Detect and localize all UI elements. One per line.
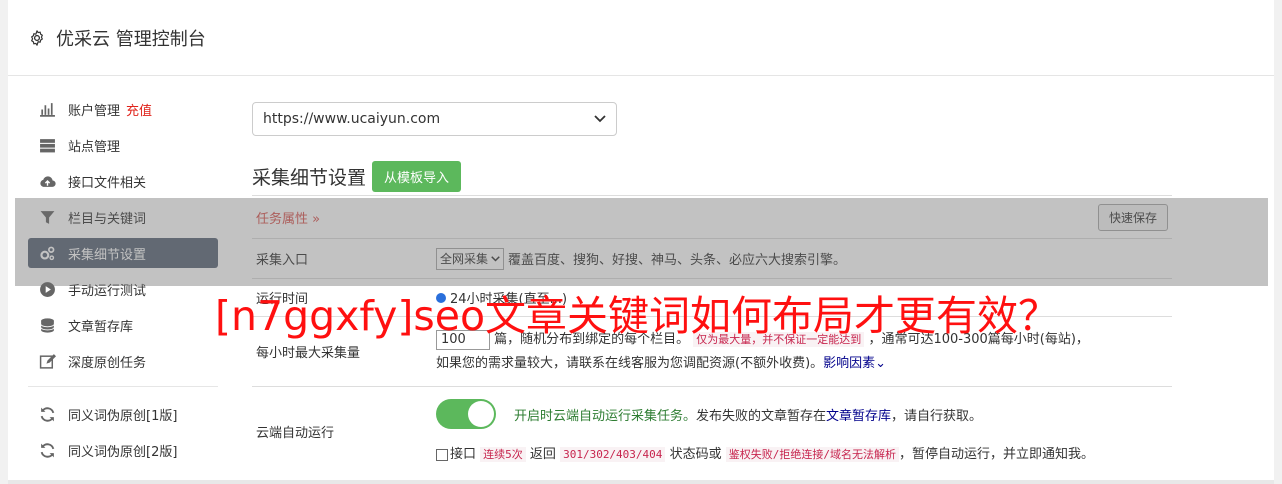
page-title: 优采云 管理控制台 <box>56 28 206 50</box>
notify-text: ，暂停自动运行，并立即通知我。 <box>898 447 1094 462</box>
sidebar-item-api-files[interactable]: 接口文件相关 <box>28 166 218 196</box>
cloud-run-text: 发布失败的文章暂存在 <box>696 408 827 424</box>
sidebar-item-label: 同义词伪原创[1版] <box>68 408 178 424</box>
status-text: 状态码或 <box>669 447 722 462</box>
row-label: 云端自动运行 <box>256 426 335 441</box>
influence-factors-link[interactable]: 影响因素⌄ <box>823 356 886 371</box>
sidebar-item-label: 深度原创任务 <box>68 355 147 371</box>
checkbox-label: 接口 <box>450 447 477 462</box>
sidebar-item-label: 站点管理 <box>68 139 121 155</box>
refresh-icon <box>40 406 55 422</box>
sidebar-item-label: 接口文件相关 <box>68 175 147 191</box>
cloud-run-text-end: ，请自行获取。 <box>891 408 983 424</box>
pause-on-error-checkbox[interactable] <box>436 448 448 461</box>
page-header: 优采云 管理控制台 <box>8 0 1274 76</box>
section-header: 采集细节设置 从模板导入 <box>252 161 1172 192</box>
sidebar-item-synonym-v2[interactable]: 同义词伪原创[2版] <box>28 435 218 465</box>
sidebar-item-account[interactable]: 账户管理 充值 <box>28 94 218 124</box>
sidebar-item-article-store[interactable]: 文章暂存库 <box>28 310 218 340</box>
settings-row-cloud-run: 云端自动运行 开启时云端自动运行采集任务。 发布失败的文章暂存在 文章暂存库 ，请自行… <box>252 386 1172 476</box>
error-types: 鉴权失败/拒绝连接/域名无法解析 <box>725 447 899 462</box>
section-title: 采集细节设置 <box>252 167 367 189</box>
consecutive-code: 连续5次 <box>480 447 526 462</box>
sidebar-item-synonym-v1[interactable]: 同义词伪原创[1版] <box>28 399 218 429</box>
sidebar-item-deep-original[interactable]: 深度原创任务 <box>28 346 218 376</box>
sidebar-divider <box>28 386 218 387</box>
gear-icon <box>31 29 43 46</box>
max-per-hour-contact: 如果您的需求量较大，请联系在线客服为您调配资源(不额外收费)。 <box>436 356 824 371</box>
site-select-value: https://www.ucaiyun.com <box>263 111 441 127</box>
edit-icon <box>39 353 56 369</box>
recharge-link[interactable]: 充值 <box>126 100 152 119</box>
refresh-icon <box>40 442 55 458</box>
sidebar-item-label: 账户管理 <box>68 103 121 119</box>
server-icon <box>40 138 55 152</box>
chevron-down-icon <box>594 115 606 123</box>
site-select[interactable]: https://www.ucaiyun.com <box>252 102 617 136</box>
overlay-band <box>15 198 1268 286</box>
sidebar-item-sites[interactable]: 站点管理 <box>28 130 218 160</box>
import-template-button[interactable]: 从模板导入 <box>372 161 462 192</box>
status-codes: 301/302/403/404 <box>560 447 666 462</box>
cloud-upload-icon <box>40 175 56 187</box>
cloud-run-status: 开启时云端自动运行采集任务。 <box>514 408 697 424</box>
return-text: 返回 <box>529 447 556 462</box>
overlay-title: [n7ggxfy]seo文章关键词如何布局才更有效？ <box>215 292 1060 340</box>
cloud-auto-run-toggle[interactable] <box>436 399 496 429</box>
database-icon <box>40 317 55 333</box>
row-value: 开启时云端自动运行采集任务。 发布失败的文章暂存在 文章暂存库 ，请自行获取。 接口 … <box>436 387 1172 476</box>
bottom-scroll-edge <box>8 480 1274 484</box>
article-store-link[interactable]: 文章暂存库 <box>826 405 891 424</box>
toggle-knob <box>468 401 494 427</box>
bar-chart-icon <box>40 102 55 117</box>
sidebar-item-label: 文章暂存库 <box>68 319 134 335</box>
sidebar-item-label: 同义词伪原创[2版] <box>68 444 178 460</box>
